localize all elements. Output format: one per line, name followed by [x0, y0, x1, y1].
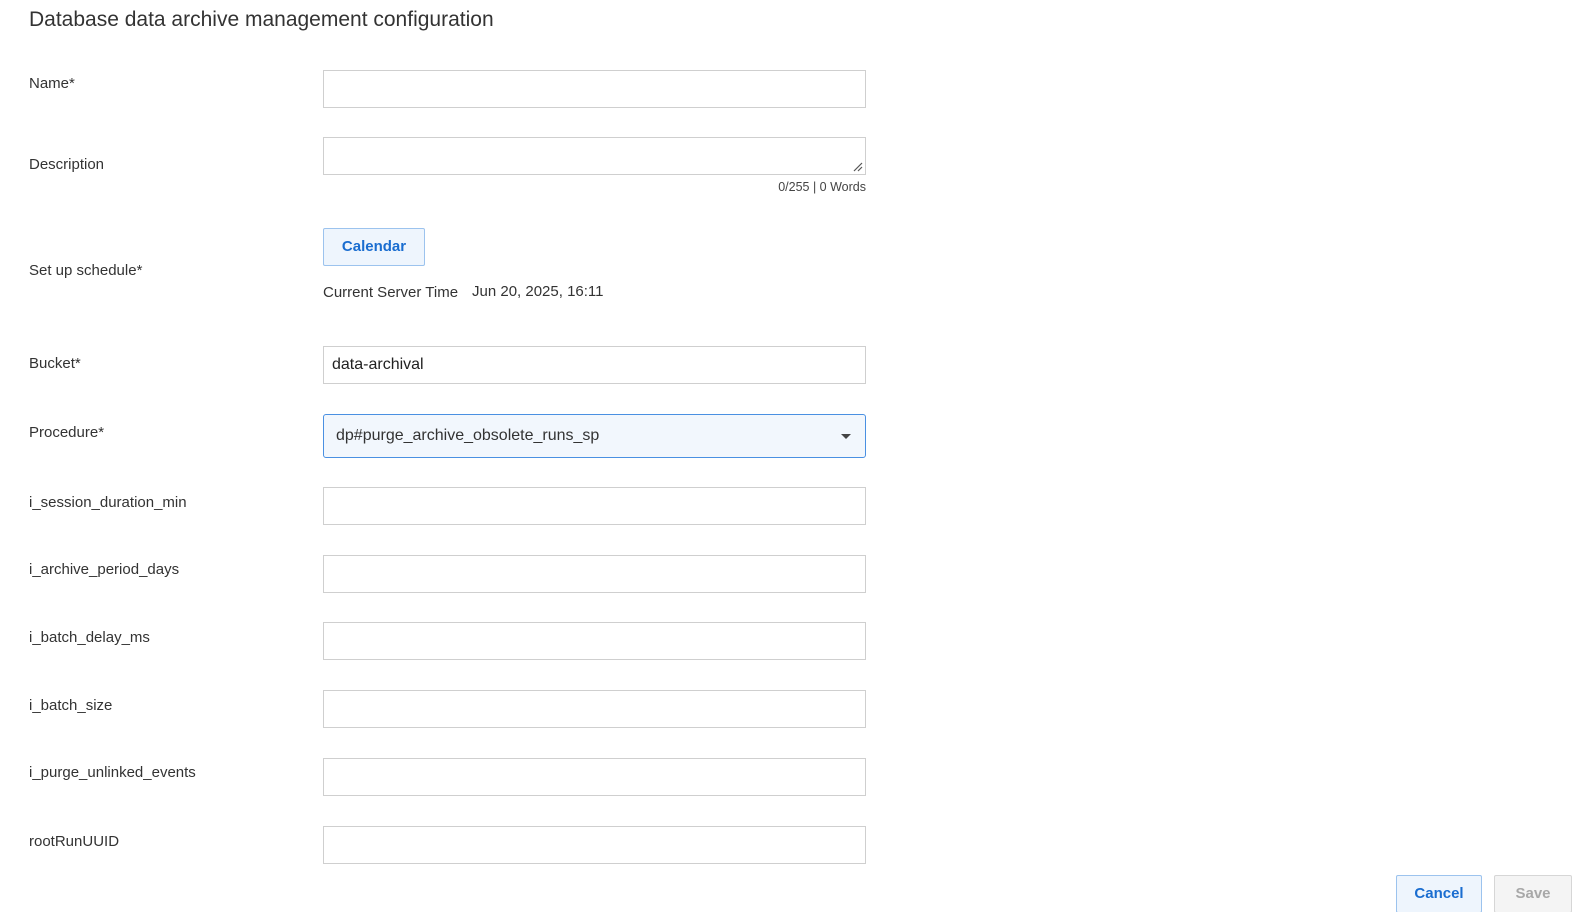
- description-label: Description: [29, 156, 105, 173]
- cancel-button[interactable]: Cancel: [1396, 875, 1482, 912]
- schedule-label: Set up schedule*: [29, 262, 143, 279]
- param-label-archive-period: i_archive_period_days: [29, 561, 180, 578]
- param-input-purge-unlinked[interactable]: [323, 758, 866, 796]
- param-input-batch-delay[interactable]: [323, 622, 866, 660]
- bucket-label: Bucket*: [29, 355, 81, 372]
- param-input-archive-period[interactable]: [323, 555, 866, 593]
- param-label-root-run-uuid: rootRunUUID: [29, 833, 120, 850]
- param-input-session-duration[interactable]: [323, 487, 866, 525]
- name-label: Name*: [29, 75, 75, 92]
- description-counter: 0/255 | 0 Words: [778, 180, 866, 194]
- procedure-selected-value: dp#purge_archive_obsolete_runs_sp: [336, 427, 600, 444]
- procedure-select[interactable]: dp#purge_archive_obsolete_runs_sp: [323, 414, 866, 458]
- description-textarea[interactable]: [323, 137, 866, 175]
- resize-grip-icon[interactable]: [853, 162, 863, 172]
- name-input[interactable]: [323, 70, 866, 108]
- calendar-button[interactable]: Calendar: [323, 228, 425, 266]
- param-input-root-run-uuid[interactable]: [323, 826, 866, 864]
- server-time-value: Jun 20, 2025, 16:11: [472, 283, 604, 300]
- param-input-batch-size[interactable]: [323, 690, 866, 728]
- server-time-label: Current Server Time: [323, 284, 459, 301]
- page-title: Database data archive management configu…: [29, 8, 494, 31]
- param-label-batch-delay: i_batch_delay_ms: [29, 629, 150, 646]
- chevron-down-icon: [841, 434, 851, 439]
- save-button[interactable]: Save: [1494, 875, 1572, 912]
- bucket-input[interactable]: data-archival: [323, 346, 866, 384]
- param-label-batch-size: i_batch_size: [29, 697, 113, 714]
- procedure-label: Procedure*: [29, 424, 105, 441]
- param-label-purge-unlinked: i_purge_unlinked_events: [29, 764, 196, 781]
- param-label-session-duration: i_session_duration_min: [29, 494, 187, 511]
- archive-config-page: Database data archive management configu…: [0, 0, 1585, 912]
